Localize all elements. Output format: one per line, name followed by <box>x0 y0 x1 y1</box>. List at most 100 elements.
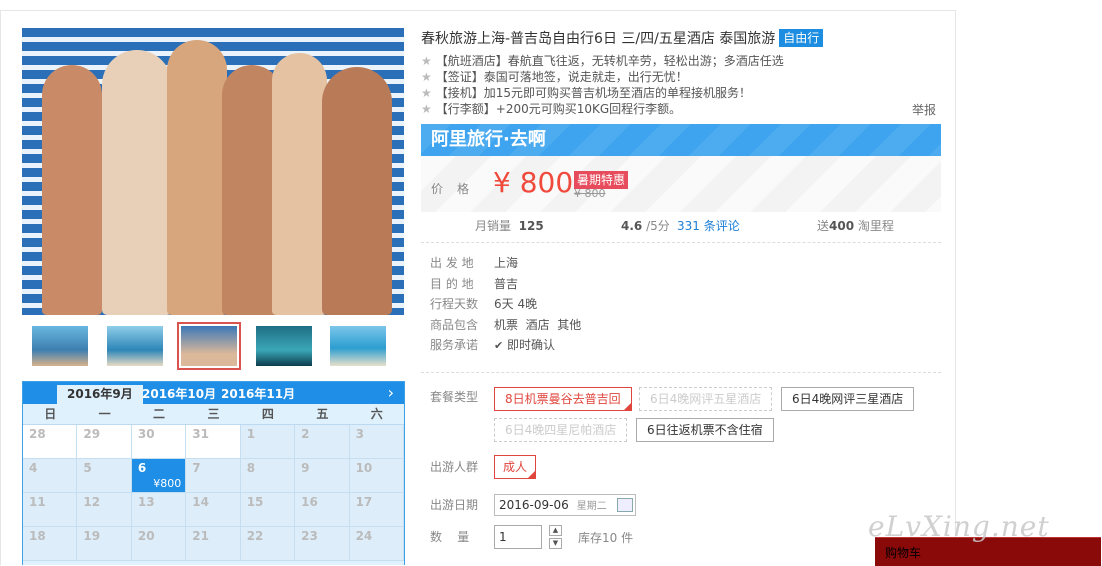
calendar-day[interactable]: 11 <box>23 493 78 527</box>
feature-text: 春航直飞往返，无转机辛劳，轻松出游；多酒店任选 <box>507 54 784 68</box>
day-number: 16 <box>301 495 318 509</box>
info-row-duration: 行程天数 6天 4晚 <box>430 297 538 311</box>
star-icon: ★ <box>421 70 432 84</box>
calendar-day[interactable]: 23 <box>295 527 350 561</box>
calendar-day[interactable]: 20 <box>131 527 187 561</box>
day-number: 13 <box>137 495 155 509</box>
price-calendar: 2016年9月 2016年10月 2016年11月 › 日 一 二 三 四 五 … <box>22 381 405 565</box>
quantity-down-button[interactable]: ▼ <box>549 538 562 549</box>
weekday-label: 六 <box>370 407 383 421</box>
calendar-day[interactable]: 16 <box>295 493 350 527</box>
rating: 4.6 /5分 <box>621 219 670 233</box>
thumbnail[interactable] <box>326 322 390 370</box>
day-number: 6 <box>137 461 147 475</box>
quantity-up-button[interactable]: ▲ <box>549 525 562 536</box>
quantity-input[interactable]: 1 <box>494 525 542 549</box>
weekday-label: 三 <box>207 407 220 421</box>
reviews-link[interactable]: 331 条评论 <box>677 216 740 236</box>
day-number: 20 <box>137 529 155 543</box>
day-number: 24 <box>355 529 373 543</box>
tab-month-nov[interactable]: 2016年11月 <box>215 385 301 404</box>
calendar-day[interactable]: 28 <box>23 425 78 459</box>
price-banner: 阿里旅行·去啊 价格 ¥ 800 暑期特惠 ¥ 800 <box>421 124 941 212</box>
calendar-day[interactable]: 5 <box>77 459 132 493</box>
thumbnail[interactable] <box>103 322 167 370</box>
calendar-day[interactable]: 14 <box>186 493 241 527</box>
price-value: ¥ 800 <box>493 166 574 199</box>
thumbnail[interactable] <box>252 322 316 370</box>
calendar-day[interactable]: 29 <box>77 425 132 459</box>
calendar-day[interactable]: 17 <box>349 493 404 527</box>
points-info: 送400 淘里程 <box>817 219 894 233</box>
check-icon: ✔ <box>494 339 504 352</box>
calendar-day[interactable]: 3 <box>349 425 404 459</box>
photo-figure <box>167 40 227 315</box>
traveler-option[interactable]: 成人 <box>494 455 537 479</box>
day-number: 18 <box>29 529 46 543</box>
calendar-weekdays: 日 一 二 三 四 五 六 <box>23 404 404 425</box>
day-number: 29 <box>83 427 101 441</box>
tab-month-oct[interactable]: 2016年10月 <box>136 385 222 404</box>
feature-key: 【行李额】 <box>435 102 496 116</box>
calendar-day[interactable]: 24 <box>349 527 404 561</box>
weekday: 星期二 <box>576 501 607 512</box>
calendar-day[interactable]: 19 <box>77 527 132 561</box>
info-row-service: 服务承诺 ✔ 即时确认 <box>430 338 556 352</box>
day-number: 3 <box>355 427 364 441</box>
day-number: 28 <box>29 427 46 441</box>
feature-item: ★ 【接机】加15元即可购买普吉机场至酒店的单程接机服务！ <box>421 85 784 101</box>
weekday-label: 四 <box>261 407 274 421</box>
photo-figure <box>272 53 327 315</box>
day-number: 12 <box>83 495 101 509</box>
date-picker[interactable]: 2016-09-06 星期二 <box>494 494 636 516</box>
calendar-day[interactable]: 31 <box>186 425 241 459</box>
date-value: 2016-09-06 <box>499 498 569 512</box>
day-number: 23 <box>301 529 318 543</box>
photo-figure <box>322 67 392 315</box>
calendar-day[interactable]: 1 <box>240 425 296 459</box>
day-number: 4 <box>29 461 38 475</box>
package-option[interactable]: 6日4晚网评五星酒店 <box>639 387 773 411</box>
original-price: ¥ 800 <box>574 187 606 200</box>
feature-key: 【航班酒店】 <box>435 54 508 68</box>
calendar-month-tabs: 2016年9月 2016年10月 2016年11月 › <box>23 382 404 404</box>
calendar-day[interactable]: 9 <box>295 459 350 493</box>
cart-label: 购物车 <box>885 546 922 560</box>
package-option[interactable]: 8日机票曼谷去普吉回 <box>494 387 632 411</box>
calendar-day[interactable]: 4 <box>23 459 78 493</box>
weekday-label: 一 <box>98 407 111 421</box>
package-option[interactable]: 6日4晚网评三星酒店 <box>781 387 915 411</box>
feature-item: ★ 【行李额】+200元可购买10KG回程行李额。 <box>421 101 784 117</box>
calendar-day[interactable]: 2 <box>295 425 350 459</box>
calendar-day[interactable]: 13 <box>131 493 187 527</box>
price-label: 价格 <box>431 182 484 196</box>
calendar-day[interactable]: 22 <box>240 527 296 561</box>
thumbnail[interactable] <box>28 322 92 370</box>
day-number: 30 <box>137 427 155 441</box>
calendar-day[interactable]: 18 <box>23 527 78 561</box>
thumbnail-active[interactable] <box>177 322 241 370</box>
next-month-icon[interactable]: › <box>388 383 394 403</box>
calendar-day[interactable]: 7 <box>186 459 241 493</box>
calendar-day[interactable]: 30 <box>131 425 187 459</box>
package-option[interactable]: 6日往返机票不含住宿 <box>636 418 774 442</box>
package-option[interactable]: 6日4晚四星尼帕酒店 <box>494 418 628 442</box>
tab-month-sep[interactable]: 2016年9月 <box>57 385 143 404</box>
calendar-day[interactable]: 12 <box>77 493 132 527</box>
calendar-day-selected[interactable]: 6 ¥800 <box>131 459 187 493</box>
info-row-departure: 出 发 地上海 <box>430 256 519 270</box>
calendar-day[interactable]: 15 <box>240 493 296 527</box>
feature-text: 泰国可落地签，说走就走，出行无忧！ <box>483 70 688 84</box>
report-link[interactable]: 举报 <box>912 101 936 118</box>
calendar-day[interactable]: 10 <box>349 459 404 493</box>
calendar-icon[interactable] <box>617 498 633 512</box>
calendar-day[interactable]: 8 <box>240 459 296 493</box>
calendar-day[interactable]: 21 <box>186 527 241 561</box>
day-price: ¥800 <box>153 477 182 490</box>
day-number: 31 <box>192 427 209 441</box>
monthly-sales: 月销量 125 <box>475 219 544 233</box>
day-number: 7 <box>192 461 201 475</box>
date-label: 出游日期 <box>430 498 479 512</box>
thumbnail-strip <box>22 322 404 374</box>
day-number: 8 <box>246 461 256 475</box>
